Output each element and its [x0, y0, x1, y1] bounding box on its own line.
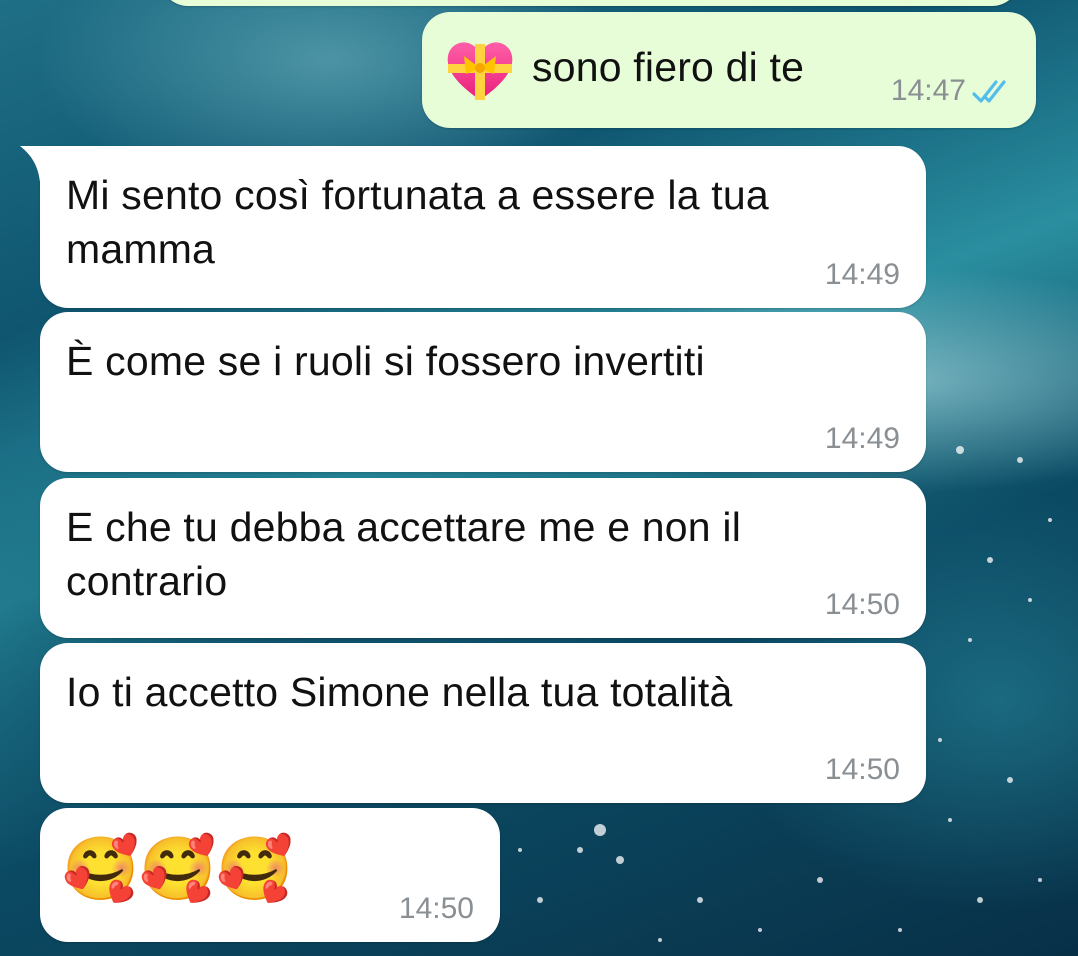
message-time: 14:49: [824, 422, 900, 455]
message-time: 14:47: [890, 74, 966, 107]
heart-with-ribbon-icon: [447, 42, 513, 100]
incoming-emoji-message-bubble[interactable]: 🥰🥰🥰 14:50: [40, 808, 500, 942]
incoming-message-bubble[interactable]: È come se i ruoli si fossero invertiti 1…: [40, 312, 926, 472]
message-time: 14:50: [824, 588, 900, 621]
message-time: 14:49: [824, 258, 900, 291]
message-text: sono fiero di te: [532, 44, 805, 90]
incoming-message-bubble[interactable]: Mi sento così fortunata a essere la tua …: [20, 146, 926, 308]
incoming-message-bubble[interactable]: E che tu debba accettare me e non il con…: [40, 478, 926, 638]
smiling-face-with-hearts-emoji: 🥰🥰🥰: [62, 832, 294, 905]
message-text: E che tu debba accettare me e non il con…: [66, 504, 742, 604]
previous-message-edge: [160, 0, 1020, 6]
message-time: 14:50: [824, 753, 900, 786]
message-time: 14:50: [398, 892, 474, 925]
incoming-message-bubble[interactable]: Io ti accetto Simone nella tua totalità …: [40, 643, 926, 803]
outgoing-message-bubble[interactable]: sono fiero di te 14:47: [422, 12, 1036, 128]
double-check-read-icon: [972, 80, 1006, 103]
message-text: È come se i ruoli si fossero invertiti: [66, 338, 705, 384]
message-text: Mi sento così fortunata a essere la tua …: [66, 172, 769, 272]
message-text: Io ti accetto Simone nella tua totalità: [66, 669, 733, 715]
bubble-tail: [20, 146, 60, 182]
